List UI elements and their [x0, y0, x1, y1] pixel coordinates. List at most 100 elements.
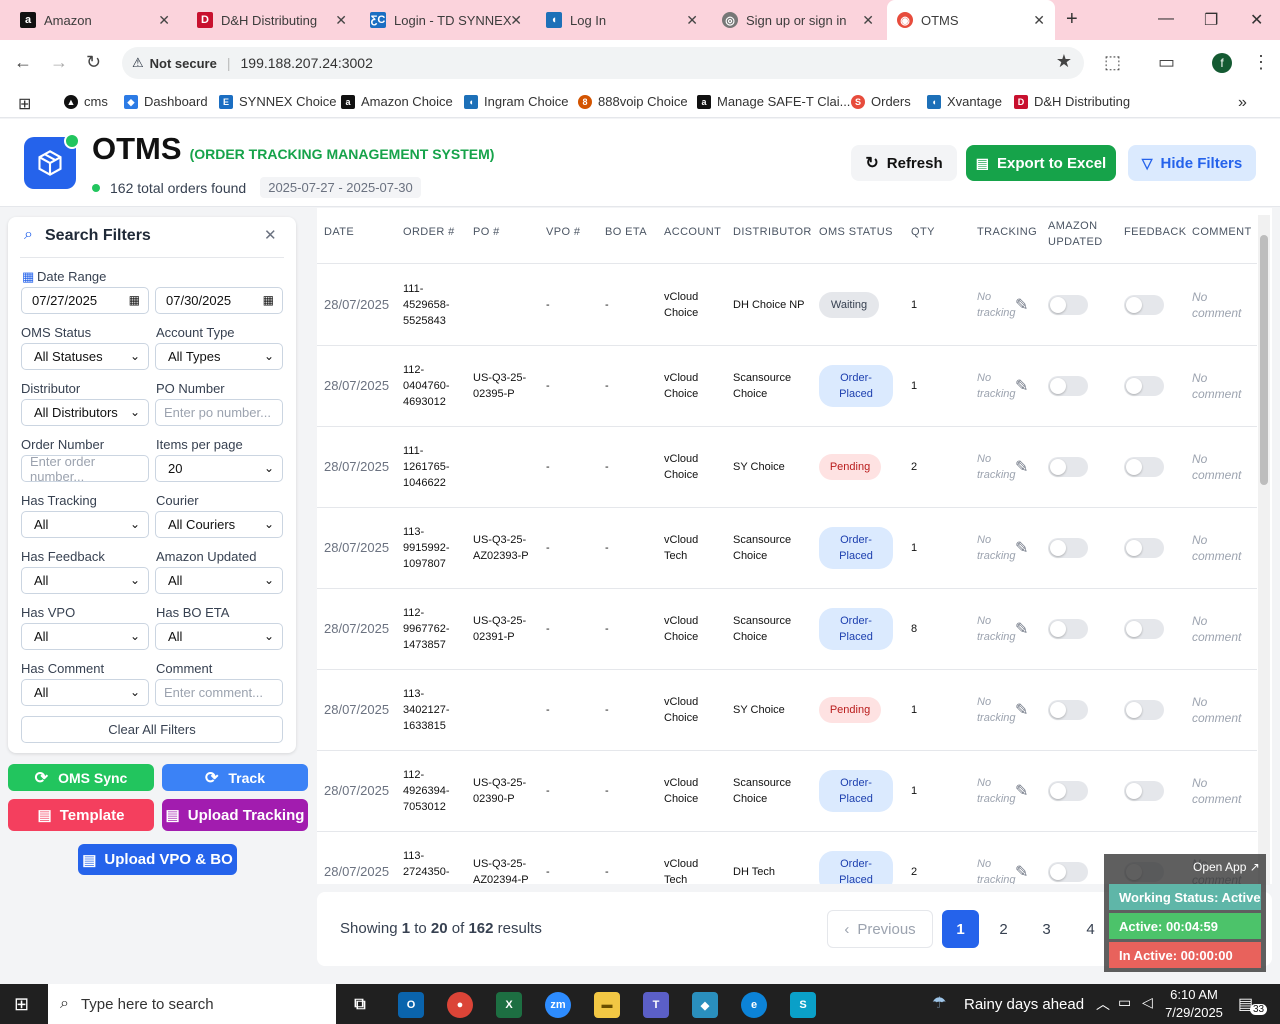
feedback-toggle[interactable]	[1124, 538, 1164, 558]
upload-vpo-bo-button[interactable]: ▤ Upload VPO & BO	[78, 844, 237, 875]
minimize-icon[interactable]: —	[1158, 10, 1174, 28]
clear-filters-button[interactable]: Clear All Filters	[21, 716, 283, 743]
tab-dh-distributing[interactable]: D D&H Distributing ✕	[185, 0, 357, 40]
table-scrollbar[interactable]	[1258, 215, 1270, 885]
has-bo-eta-select[interactable]: All ⌄	[155, 623, 283, 650]
table-row[interactable]: 28/07/2025 112- 0404760- 4693012 US-Q3-25- 02…	[317, 346, 1257, 427]
has-feedback-select[interactable]: All ⌄	[21, 567, 149, 594]
tab-amazon[interactable]: a Amazon ✕	[8, 0, 180, 40]
app-s-icon[interactable]: S	[790, 992, 816, 1018]
edit-pencil-icon[interactable]: ✎	[1015, 619, 1028, 639]
taskbar-search[interactable]: ⌕ Type here to search	[48, 984, 336, 1024]
page-1-button[interactable]: 1	[942, 910, 979, 948]
table-row[interactable]: 28/07/2025 112- 9967762- 1473857 US-Q3-25- 02…	[317, 589, 1257, 670]
close-tab-icon[interactable]: ✕	[335, 12, 347, 29]
edit-pencil-icon[interactable]: ✎	[1015, 781, 1028, 801]
reload-icon[interactable]: ↻	[86, 52, 101, 73]
close-filters-icon[interactable]: ✕	[264, 226, 277, 244]
bookmark-888voip-choice[interactable]: 8 888voip Choice	[578, 94, 688, 109]
open-app-link[interactable]: Open App ↗	[1193, 860, 1260, 874]
feedback-toggle[interactable]	[1124, 781, 1164, 801]
task-view-icon[interactable]: ⧉	[347, 992, 373, 1018]
menu-kebab-icon[interactable]: ⋮	[1252, 52, 1270, 73]
previous-page-button[interactable]: ‹ Previous	[827, 910, 933, 948]
zoom-icon[interactable]: zm	[545, 992, 571, 1018]
amazon-updated-select[interactable]: All ⌄	[155, 567, 283, 594]
feedback-toggle[interactable]	[1124, 457, 1164, 477]
outlook-icon[interactable]: O	[398, 992, 424, 1018]
amazon-updated-toggle[interactable]	[1048, 781, 1088, 801]
comment-cell[interactable]: Nocomment	[1192, 613, 1241, 645]
omnibox[interactable]: ⚠ Not secure | 199.188.207.24:3002 ★	[122, 47, 1084, 79]
date-to-input[interactable]: 07/30/2025 ▦	[155, 287, 283, 314]
bookmarks-overflow-icon[interactable]: »	[1238, 94, 1247, 112]
tab-sign-up[interactable]: ◎ Sign up or sign in ✕	[712, 0, 884, 40]
bookmark-amazon-choice[interactable]: a Amazon Choice	[341, 94, 453, 109]
bookmark-dashboard[interactable]: ◆ Dashboard	[124, 94, 208, 109]
edge-icon[interactable]: e	[741, 992, 767, 1018]
comment-cell[interactable]: Nocomment	[1192, 370, 1241, 402]
oms-status-select[interactable]: All Statuses ⌄	[21, 343, 149, 370]
feedback-toggle[interactable]	[1124, 295, 1164, 315]
table-row[interactable]: 28/07/2025 111- 4529658- 5525843 - - vCloud Cho…	[317, 265, 1257, 346]
has-tracking-select[interactable]: All ⌄	[21, 511, 149, 538]
volume-icon[interactable]: ◁	[1142, 994, 1153, 1011]
excel-icon[interactable]: X	[496, 992, 522, 1018]
tab-otms[interactable]: ◉ OTMS ✕	[887, 0, 1055, 40]
table-row[interactable]: 28/07/2025 113- 3402127- 1633815 - - vCloud Cho…	[317, 670, 1257, 751]
amazon-updated-toggle[interactable]	[1048, 700, 1088, 720]
page-2-button[interactable]: 2	[985, 910, 1022, 948]
close-tab-icon[interactable]: ✕	[1033, 12, 1045, 29]
edit-pencil-icon[interactable]: ✎	[1015, 457, 1028, 477]
account-type-select[interactable]: All Types ⌄	[155, 343, 283, 370]
close-window-icon[interactable]: ✕	[1250, 10, 1263, 30]
table-row[interactable]: 28/07/2025 111- 1261765- 1046622 - - vCloud Cho…	[317, 427, 1257, 508]
profile-avatar[interactable]: f	[1212, 53, 1232, 73]
bookmark-cms[interactable]: ▲ cms	[64, 94, 108, 109]
export-excel-button[interactable]: ▤ Export to Excel	[966, 145, 1116, 181]
edit-pencil-icon[interactable]: ✎	[1015, 295, 1028, 315]
chrome-icon[interactable]: ●	[447, 992, 473, 1018]
po-number-input[interactable]: Enter po number...	[155, 399, 283, 426]
back-icon[interactable]: ←	[14, 52, 32, 73]
cast-icon[interactable]: ▭	[1158, 52, 1175, 73]
amazon-updated-toggle[interactable]	[1048, 538, 1088, 558]
page-3-button[interactable]: 3	[1028, 910, 1065, 948]
courier-select[interactable]: All Couriers ⌄	[155, 511, 283, 538]
new-tab-icon[interactable]: +	[1066, 8, 1078, 31]
feedback-toggle[interactable]	[1124, 700, 1164, 720]
amazon-updated-toggle[interactable]	[1048, 295, 1088, 315]
comment-cell[interactable]: Nocomment	[1192, 289, 1241, 321]
order-number-input[interactable]: Enter order number...	[21, 454, 149, 484]
amazon-updated-toggle[interactable]	[1048, 862, 1088, 882]
close-tab-icon[interactable]: ✕	[686, 12, 698, 29]
items-per-page-select[interactable]: 20 ⌄	[155, 455, 283, 482]
oms-sync-button[interactable]: ⟳ OMS Sync	[8, 764, 154, 791]
comment-cell[interactable]: Nocomment	[1192, 775, 1241, 807]
edit-pencil-icon[interactable]: ✎	[1015, 862, 1028, 882]
edit-pencil-icon[interactable]: ✎	[1015, 700, 1028, 720]
tray-chevron-icon[interactable]: ︿	[1096, 994, 1110, 1014]
edit-pencil-icon[interactable]: ✎	[1015, 376, 1028, 396]
clock-date[interactable]: 7/29/2025	[1162, 1005, 1226, 1020]
extensions-icon[interactable]: ⬚	[1104, 52, 1121, 73]
date-from-input[interactable]: 07/27/2025 ▦	[21, 287, 149, 314]
bookmark-orders[interactable]: S Orders	[851, 94, 911, 109]
app-diamond-icon[interactable]: ◆	[692, 992, 718, 1018]
comment-input[interactable]: Enter comment...	[155, 679, 283, 706]
track-button[interactable]: ⟳ Track	[162, 764, 308, 791]
comment-cell[interactable]: Nocomment	[1192, 694, 1241, 726]
forward-icon[interactable]: →	[50, 52, 68, 73]
bookmark-dh-distributing[interactable]: D D&H Distributing	[1014, 94, 1130, 109]
close-tab-icon[interactable]: ✕	[158, 12, 170, 29]
bookmark-synnex-choice[interactable]: E SYNNEX Choice	[219, 94, 337, 109]
has-comment-select[interactable]: All ⌄	[21, 679, 149, 706]
bookmark-xvantage[interactable]: ◖ Xvantage	[927, 94, 1002, 109]
clock-time[interactable]: 6:10 AM	[1162, 987, 1226, 1002]
refresh-button[interactable]: ↻ Refresh	[851, 145, 957, 181]
tab-log-in[interactable]: ◖ Log In ✕	[536, 0, 708, 40]
hide-filters-button[interactable]: ▽ Hide Filters	[1128, 145, 1256, 181]
table-row[interactable]: 28/07/2025 113- 9915992- 1097807 US-Q3-25- AZ…	[317, 508, 1257, 589]
network-icon[interactable]: ▭	[1118, 994, 1131, 1011]
bookmark-ingram-choice[interactable]: ◖ Ingram Choice	[464, 94, 569, 109]
